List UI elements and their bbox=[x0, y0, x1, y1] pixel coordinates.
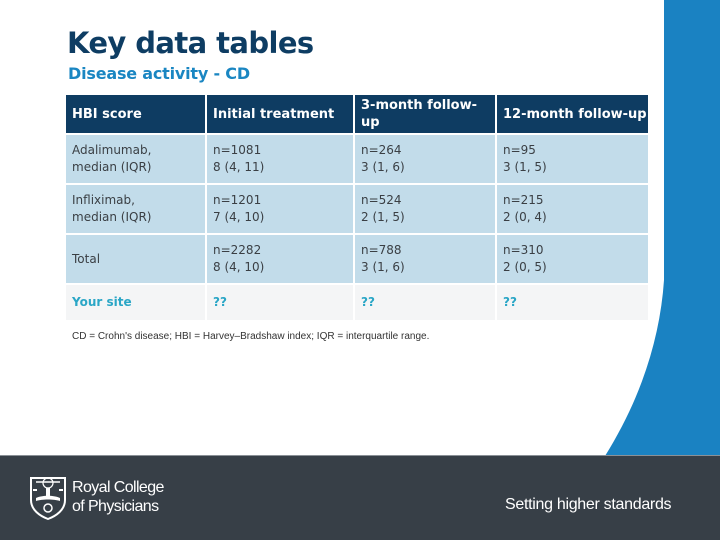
footer-bar: Royal College of Physicians Setting high… bbox=[0, 455, 720, 540]
column-header-label: 12-month follow-up bbox=[503, 106, 647, 122]
column-header: 12-month follow-up bbox=[497, 95, 648, 133]
column-header-label: Initial treatment bbox=[213, 106, 335, 122]
cell-text: n=788 bbox=[361, 243, 402, 257]
table-cell: ?? bbox=[497, 285, 648, 320]
cell-text: n=310 bbox=[503, 243, 544, 257]
cell-text: ?? bbox=[503, 295, 517, 309]
table-cell: n=215 2 (0, 4) bbox=[497, 185, 648, 233]
cell-text: n=2282 bbox=[213, 243, 262, 257]
cell-text: 8 (4, 11) bbox=[213, 160, 265, 174]
slide-subtitle: Disease activity - CD bbox=[68, 64, 250, 83]
cell-text: 3 (1, 6) bbox=[361, 260, 405, 274]
table-cell: n=2282 8 (4, 10) bbox=[207, 235, 353, 283]
cell-text: n=1201 bbox=[213, 193, 262, 207]
table-cell: n=524 2 (1, 5) bbox=[355, 185, 495, 233]
table-cell: ?? bbox=[207, 285, 353, 320]
cell-text: n=1081 bbox=[213, 143, 262, 157]
org-name-line2: of Physicians bbox=[72, 498, 159, 515]
table-cell: n=1081 8 (4, 11) bbox=[207, 135, 353, 183]
cell-text: Total bbox=[72, 251, 101, 266]
cell-text: n=215 bbox=[503, 193, 544, 207]
cell-text: Your site bbox=[72, 295, 132, 309]
cell-text: n=524 bbox=[361, 193, 402, 207]
column-header: 3-month follow-up bbox=[355, 95, 495, 133]
rcp-crest-icon bbox=[30, 477, 66, 520]
cell-text: 8 (4, 10) bbox=[213, 260, 265, 274]
footnote: CD = Crohn's disease; HBI = Harvey–Brads… bbox=[72, 331, 430, 342]
slide-title: Key data tables bbox=[67, 26, 314, 60]
column-header-label: 3-month follow-up bbox=[361, 98, 478, 130]
org-name-line1: Royal College bbox=[72, 479, 164, 496]
row-label: Infliximab, median (IQR) bbox=[66, 185, 205, 233]
table-cell: ?? bbox=[355, 285, 495, 320]
cell-text: 7 (4, 10) bbox=[213, 210, 265, 224]
cell-text: ?? bbox=[361, 295, 375, 309]
column-header-label: HBI score bbox=[72, 106, 142, 122]
cell-text: n=264 bbox=[361, 143, 402, 157]
cell-text: median (IQR) bbox=[72, 160, 152, 174]
cell-text: 3 (1, 5) bbox=[503, 160, 547, 174]
cell-text: n=95 bbox=[503, 143, 536, 157]
org-name: Royal College of Physicians bbox=[72, 478, 164, 516]
cell-text: Infliximab, bbox=[72, 193, 135, 207]
table-cell: n=1201 7 (4, 10) bbox=[207, 185, 353, 233]
cell-text: 2 (0, 5) bbox=[503, 260, 547, 274]
cell-text: ?? bbox=[213, 295, 227, 309]
table-cell: n=95 3 (1, 5) bbox=[497, 135, 648, 183]
tagline: Setting higher standards bbox=[505, 496, 672, 513]
cell-text: 2 (1, 5) bbox=[361, 210, 405, 224]
column-header: HBI score bbox=[66, 95, 205, 133]
row-label: Your site bbox=[66, 285, 205, 320]
column-header: Initial treatment bbox=[207, 95, 353, 133]
cell-text: Adalimumab, bbox=[72, 143, 152, 157]
table-cell: n=310 2 (0, 5) bbox=[497, 235, 648, 283]
table-cell: n=264 3 (1, 6) bbox=[355, 135, 495, 183]
row-label: Total bbox=[66, 235, 205, 283]
cell-text: 3 (1, 6) bbox=[361, 160, 405, 174]
cell-text: median (IQR) bbox=[72, 210, 152, 224]
row-label: Adalimumab, median (IQR) bbox=[66, 135, 205, 183]
table-cell: n=788 3 (1, 6) bbox=[355, 235, 495, 283]
cell-text: 2 (0, 4) bbox=[503, 210, 547, 224]
